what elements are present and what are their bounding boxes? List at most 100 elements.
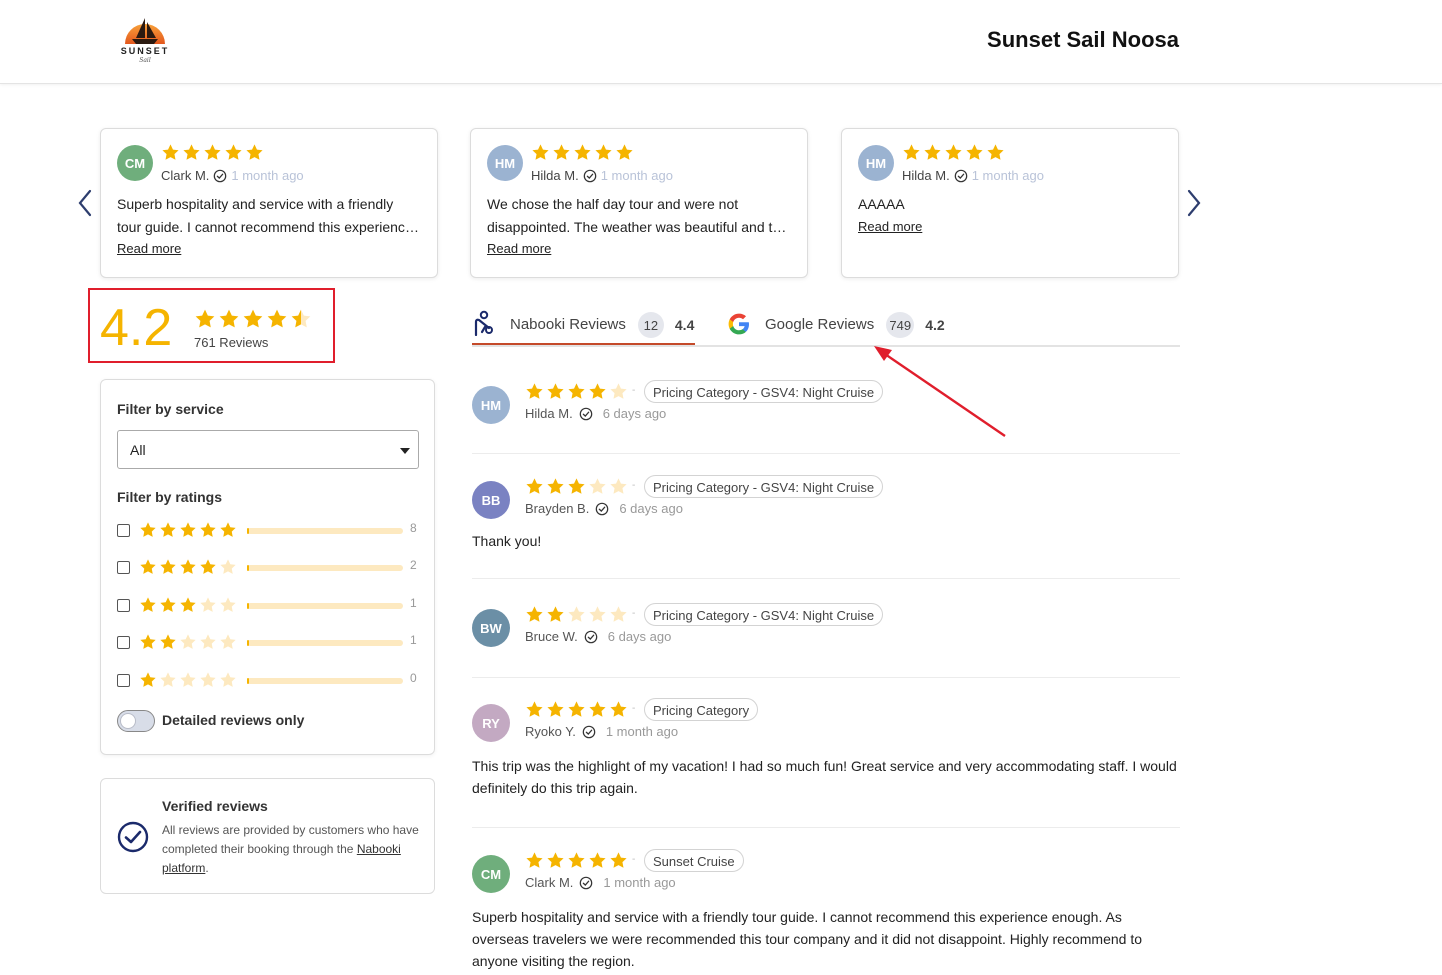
star-icon (986, 143, 1005, 162)
avatar: HM (858, 145, 894, 181)
star-icon (609, 382, 628, 401)
review-text: Superb hospitality and service with a fr… (472, 909, 1142, 969)
rating-checkbox[interactable] (117, 674, 130, 687)
review-meta: Clark M. 1 month ago (525, 875, 676, 890)
review-item: CM - Sunset Cruise Clark M. 1 month ago … (472, 849, 1180, 975)
review-stars (525, 605, 628, 624)
review-meta: Bruce W. 6 days ago (525, 629, 671, 644)
rating-bar-fill (247, 603, 249, 609)
review-source-tabs: Nabooki Reviews 12 4.4 Google Reviews 74… (472, 300, 1180, 347)
review-text: Thank you! (472, 533, 542, 549)
verified-badge-icon (596, 502, 609, 515)
star-icon (546, 851, 565, 870)
star-icon (159, 596, 177, 614)
rating-filter-row[interactable]: 8 (117, 520, 417, 542)
rating-checkbox[interactable] (117, 561, 130, 574)
category-badge[interactable]: Pricing Category - GSV4: Night Cruise (644, 475, 884, 498)
reviewer-name: Bruce W. (525, 629, 578, 644)
reviewer-name: Hilda M. (902, 168, 950, 183)
sunset-logo-icon (125, 18, 165, 44)
verified-badge-icon (214, 169, 227, 182)
star-icon (552, 143, 571, 162)
carousel-next-button[interactable] (1184, 186, 1204, 220)
star-icon (609, 851, 628, 870)
service-select-value: All (130, 442, 146, 458)
verified-reviews-panel: Verified reviews All reviews are provide… (100, 778, 435, 894)
star-icon (161, 143, 180, 162)
review-item: RY - Pricing Category Ryoko Y. 1 month a… (472, 698, 1180, 828)
star-icon (525, 382, 544, 401)
verified-badge-icon (579, 407, 592, 420)
star-icon (902, 143, 921, 162)
summary-stars (194, 308, 312, 330)
avatar: RY (472, 704, 510, 742)
service-select[interactable]: All (117, 430, 419, 469)
rating-checkbox[interactable] (117, 599, 130, 612)
read-more-link[interactable]: Read more (858, 219, 922, 234)
star-icon (567, 605, 586, 624)
verified-period: . (205, 861, 209, 875)
filter-panel: Filter by service All Filter by ratings … (100, 379, 435, 755)
tab-nabooki-reviews[interactable]: Nabooki Reviews 12 4.4 (472, 310, 694, 347)
star-icon (194, 308, 216, 330)
verified-check-icon (117, 821, 149, 853)
review-time: 1 month ago (605, 724, 679, 739)
star-icon (588, 605, 607, 624)
star-icon (525, 700, 544, 719)
tab-label: Google Reviews (765, 316, 875, 333)
separator: - (632, 480, 636, 491)
star-icon (139, 671, 157, 689)
rating-filter-row[interactable]: 1 (117, 632, 417, 654)
filter-service-title: Filter by service (117, 401, 224, 417)
avatar: HM (472, 386, 510, 424)
review-count: 761 Reviews (194, 335, 269, 350)
star-icon (179, 671, 197, 689)
star-icon (159, 671, 177, 689)
rating-filter-row[interactable]: 2 (117, 557, 417, 579)
rating-checkbox[interactable] (117, 636, 130, 649)
star-icon (203, 143, 222, 162)
card-stars (902, 143, 1005, 162)
star-icon (609, 477, 628, 496)
category-badge[interactable]: Pricing Category - GSV4: Night Cruise (644, 380, 884, 403)
read-more-link[interactable]: Read more (117, 241, 181, 256)
star-icon (218, 308, 240, 330)
star-icon (219, 596, 237, 614)
detailed-reviews-toggle[interactable] (117, 710, 155, 732)
verified-badge-icon (584, 630, 598, 643)
carousel-prev-button[interactable] (75, 186, 95, 220)
read-more-link[interactable]: Read more (487, 241, 551, 256)
rating-summary: 4.2 761 Reviews (88, 288, 335, 363)
star-icon (159, 521, 177, 539)
star-icon (139, 521, 157, 539)
star-icon (224, 143, 243, 162)
chevron-right-icon (1187, 189, 1201, 217)
sunset-logo[interactable]: SUNSET Sail (116, 14, 174, 68)
star-icon (615, 143, 634, 162)
review-time: 6 days ago (607, 629, 672, 644)
rating-bar-fill (247, 528, 249, 534)
star-icon (219, 521, 237, 539)
star-icon (159, 558, 177, 576)
category-badge[interactable]: Sunset Cruise (644, 849, 744, 872)
review-meta: Hilda M. 6 days ago (525, 406, 666, 421)
rating-count: 2 (410, 558, 417, 572)
reviewer-name: Clark M. (525, 875, 574, 890)
rating-count: 0 (410, 671, 417, 685)
rating-filter-row[interactable]: 1 (117, 595, 417, 617)
star-icon (567, 700, 586, 719)
review-time: 1 month ago (971, 168, 1044, 183)
star-icon (219, 633, 237, 651)
star-icon (546, 700, 565, 719)
category-badge[interactable]: Pricing Category (644, 698, 759, 721)
star-icon (567, 382, 586, 401)
card-stars (161, 143, 264, 162)
logo-text: SUNSET (120, 46, 170, 56)
star-icon (179, 596, 197, 614)
star-icon (573, 143, 592, 162)
rating-checkbox[interactable] (117, 524, 130, 537)
review-stars (525, 851, 628, 870)
category-badge[interactable]: Pricing Category - GSV4: Night Cruise (644, 603, 884, 626)
star-icon (219, 671, 237, 689)
rating-filter-row[interactable]: 0 (117, 670, 417, 692)
